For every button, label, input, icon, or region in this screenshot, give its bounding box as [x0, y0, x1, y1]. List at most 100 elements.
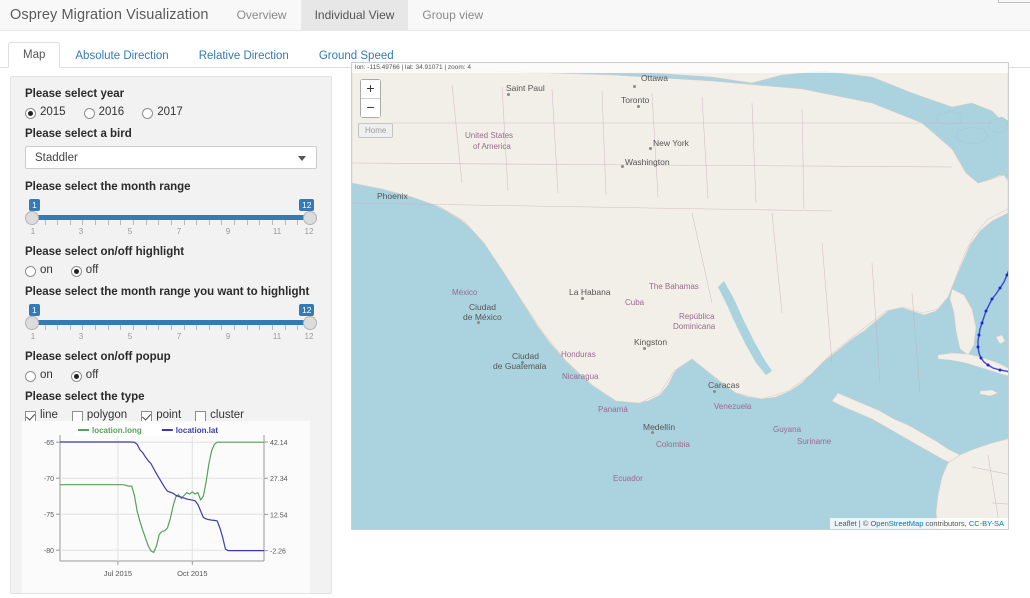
tab-absolute-direction[interactable]: Absolute Direction	[60, 43, 183, 68]
svg-text:-70: -70	[44, 476, 54, 483]
zoom-out-button[interactable]: −	[361, 99, 380, 117]
slider-ticks	[32, 215, 311, 225]
slider-handle-max[interactable]	[303, 316, 317, 330]
slider-scale-tick: 12	[304, 332, 314, 341]
map-canvas	[352, 63, 1008, 529]
license-link[interactable]: CC-BY-SA	[969, 519, 1004, 528]
svg-text:Oct 2015: Oct 2015	[177, 569, 207, 578]
highlight-option-off[interactable]: off	[70, 264, 99, 277]
type-option-label: polygon	[86, 409, 128, 421]
svg-text:-65: -65	[44, 440, 54, 447]
app-title: Osprey Migration Visualization	[10, 7, 209, 23]
radio-icon[interactable]	[70, 371, 82, 382]
type-option-label: cluster	[210, 409, 245, 421]
highlight-option-on[interactable]: on	[25, 264, 53, 277]
tab-relative-direction[interactable]: Relative Direction	[184, 43, 304, 68]
slider-scale-tick: 7	[176, 332, 182, 341]
map-city-dot	[581, 297, 584, 300]
map-city-dot	[633, 85, 636, 88]
type-option-label: line	[40, 409, 58, 421]
svg-text:-80: -80	[44, 548, 54, 555]
map-home-button[interactable]: Home	[358, 123, 394, 138]
svg-text:location.lat: location.lat	[176, 426, 219, 435]
slider-scale-tick: 11	[272, 332, 282, 341]
highlight-option-label: on	[40, 264, 53, 276]
popup-option-label: off	[85, 369, 99, 381]
nav-items: Overview Individual View Group view	[223, 0, 498, 30]
tab-map[interactable]: Map	[8, 42, 61, 68]
highlight-range-label: Please select the month range you want t…	[25, 286, 310, 298]
popup-toggle-label: Please select on/off popup	[25, 351, 171, 363]
map-city-dot	[477, 321, 480, 324]
slider-scale-tick: 9	[225, 227, 231, 236]
slider-scale-tick: 5	[127, 332, 133, 341]
radio-icon[interactable]	[25, 371, 36, 382]
slider-ticks	[32, 320, 311, 330]
map-city-dot	[643, 347, 646, 350]
slider-scale-tick: 1	[30, 227, 36, 236]
openstreetmap-link[interactable]: OpenStreetMap	[870, 519, 923, 528]
slider-scale: 1 3 5 7 9 11 12	[25, 227, 317, 239]
slider-handle-min[interactable]	[25, 316, 39, 330]
year-radio-group: 2015 2016 2017	[25, 106, 317, 119]
slider-scale-tick: 12	[304, 227, 314, 236]
popup-option-label: on	[40, 369, 53, 381]
chevron-down-icon	[298, 155, 306, 161]
year-option-label: 2015	[40, 106, 66, 118]
map-city-dot	[713, 390, 716, 393]
year-option-label: 2017	[157, 106, 183, 118]
svg-text:Jul 2015: Jul 2015	[104, 569, 132, 578]
highlight-range-slider[interactable]: 1 12 1 3 5 7 9 11 12	[25, 304, 317, 350]
map-city-dot	[637, 105, 640, 108]
month-range-label: Please select the month range	[25, 181, 191, 193]
radio-icon[interactable]	[83, 108, 95, 119]
nav-item-individual-view[interactable]: Individual View	[300, 0, 409, 30]
attribution-mid: contributors,	[923, 519, 969, 528]
nav-item-group-view[interactable]: Group view	[408, 0, 497, 30]
month-range-max-bubble: 12	[299, 199, 315, 211]
year-option-label: 2016	[98, 106, 125, 118]
highlight-option-label: off	[85, 264, 99, 276]
highlight-toggle-label: Please select on/off highlight	[25, 246, 185, 258]
map-city-dot	[621, 165, 624, 168]
map-city-dot	[649, 147, 652, 150]
radio-icon[interactable]	[70, 266, 82, 277]
slider-scale-tick: 5	[127, 227, 133, 236]
map-city-dot	[507, 93, 510, 96]
popup-radio-group: on off	[25, 369, 317, 382]
year-option-2017[interactable]: 2017	[142, 106, 183, 119]
year-option-2016[interactable]: 2016	[83, 106, 125, 119]
month-range-min-bubble: 1	[29, 199, 40, 211]
bird-label: Please select a bird	[25, 128, 132, 140]
window-corner-stub	[998, 0, 1030, 3]
slider-scale-tick: 9	[225, 332, 231, 341]
nav-item-overview[interactable]: Overview	[223, 0, 301, 30]
slider-handle-min[interactable]	[25, 211, 39, 225]
year-option-2015[interactable]: 2015	[25, 106, 66, 119]
svg-text:-75: -75	[44, 512, 54, 519]
radio-icon[interactable]	[142, 108, 154, 119]
app-root: Osprey Migration Visualization Overview …	[0, 0, 1030, 598]
leaflet-map[interactable]: lon: -115.49766 | lat: 34.91071 | zoom: …	[351, 62, 1009, 530]
slider-scale-tick: 1	[30, 332, 36, 341]
highlight-range-max-bubble: 12	[299, 304, 315, 316]
bird-select[interactable]: Staddler	[25, 146, 317, 169]
svg-text:42.14: 42.14	[270, 440, 288, 447]
highlight-range-min-bubble: 1	[29, 304, 40, 316]
map-attribution: Leaflet | © OpenStreetMap contributors, …	[830, 518, 1008, 529]
month-range-slider[interactable]: 1 12 1 3 5 7 9 11 12	[25, 199, 317, 245]
radio-icon[interactable]	[25, 266, 36, 277]
slider-scale-tick: 7	[176, 227, 182, 236]
zoom-in-button[interactable]: +	[361, 80, 380, 99]
map-zoom-control: + −	[360, 79, 381, 118]
svg-text:27.34: 27.34	[270, 476, 288, 483]
popup-option-on[interactable]: on	[25, 369, 53, 382]
map-coordinate-readout: lon: -115.49766 | lat: 34.91071 | zoom: …	[352, 63, 1008, 73]
bird-select-value: Staddler	[35, 151, 78, 164]
radio-icon[interactable]	[25, 108, 36, 119]
type-option-label: point	[156, 409, 182, 421]
slider-handle-max[interactable]	[303, 211, 317, 225]
popup-option-off[interactable]: off	[70, 369, 99, 382]
map-city-dot	[521, 361, 524, 364]
map-city-dot	[651, 431, 654, 434]
